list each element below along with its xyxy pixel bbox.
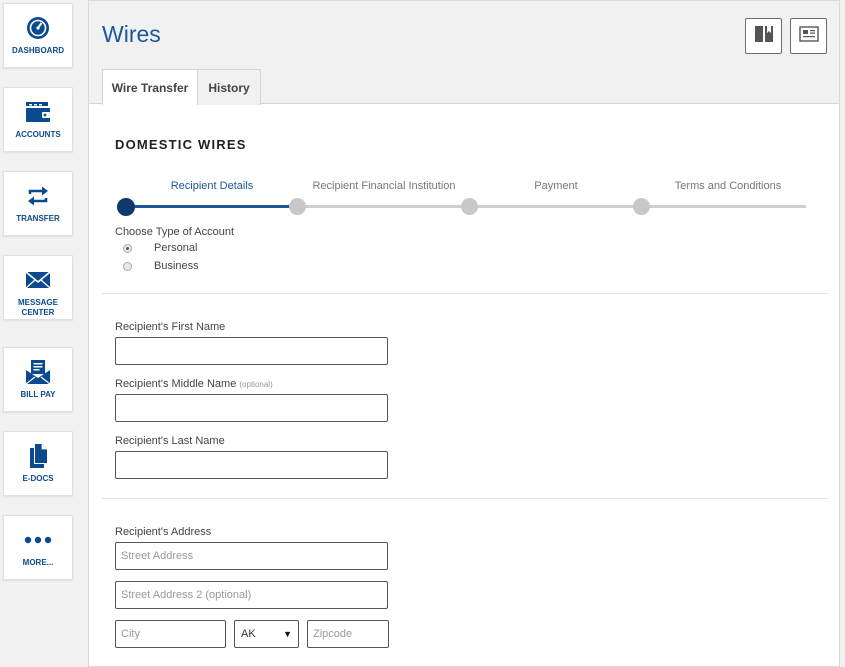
bill-envelope-icon <box>25 360 51 385</box>
section-title: DOMESTIC WIRES <box>115 137 247 152</box>
nav-e-docs[interactable]: E-DOCS <box>3 431 73 496</box>
middle-name-label-text: Recipient's Middle Name <box>115 378 237 390</box>
step-label-financial-institution[interactable]: Recipient Financial Institution <box>312 180 455 192</box>
step-dot-recipient-details[interactable] <box>117 198 135 216</box>
news-button[interactable] <box>790 18 827 54</box>
sidebar: DASHBOARD ACCOUNTS TRANSFER MESSAGE CENT… <box>0 0 80 667</box>
gauge-icon <box>26 16 50 40</box>
nav-accounts-label: ACCOUNTS <box>15 130 61 139</box>
step-dot-payment[interactable] <box>461 198 478 215</box>
step-track-progress <box>126 205 298 208</box>
main-panel: Wires Wire Transfer History DOMESTIC WIR… <box>88 0 840 667</box>
nav-e-docs-label: E-DOCS <box>22 474 54 483</box>
first-name-input[interactable] <box>115 337 388 365</box>
step-dot-terms[interactable] <box>633 198 650 215</box>
nav-dashboard[interactable]: DASHBOARD <box>3 3 73 68</box>
middle-name-input[interactable] <box>115 394 388 422</box>
street-address-2-input[interactable]: Street Address 2 (optional) <box>115 581 388 609</box>
nav-bill-pay[interactable]: BILL PAY <box>3 347 73 412</box>
address-label: Recipient's Address <box>115 526 212 538</box>
first-name-label: Recipient's First Name <box>115 321 226 333</box>
divider <box>102 498 828 499</box>
transfer-arrows-icon <box>26 184 50 208</box>
nav-bill-pay-label: BILL PAY <box>20 390 56 399</box>
dropdown-triangle-icon: ▼ <box>283 629 292 639</box>
middle-name-label: Recipient's Middle Name (optional) <box>115 378 273 390</box>
nav-more-label: MORE... <box>22 558 54 567</box>
account-type-label: Choose Type of Account <box>115 226 235 238</box>
radio-business-label: Business <box>154 260 199 272</box>
documents-icon <box>27 444 49 468</box>
radio-business-control[interactable] <box>123 261 132 271</box>
newspaper-icon <box>798 25 819 47</box>
step-label-recipient-details[interactable]: Recipient Details <box>171 180 254 192</box>
step-label-payment[interactable]: Payment <box>534 180 577 192</box>
tab-wire-transfer[interactable]: Wire Transfer <box>102 69 198 105</box>
city-input[interactable]: City <box>115 620 226 648</box>
nav-more[interactable]: MORE... <box>3 515 73 580</box>
state-select-value: AK <box>241 628 256 640</box>
nav-message-center-label: MESSAGE CENTER <box>17 298 58 317</box>
street-address-input[interactable]: Street Address <box>115 542 388 570</box>
tab-history[interactable]: History <box>197 69 261 105</box>
step-dot-financial-institution[interactable] <box>289 198 306 215</box>
radio-business[interactable]: Business <box>123 260 199 272</box>
step-label-terms[interactable]: Terms and Conditions <box>675 180 781 192</box>
nav-message-center[interactable]: MESSAGE CENTER <box>3 255 73 320</box>
last-name-input[interactable] <box>115 451 388 479</box>
radio-personal-label: Personal <box>154 242 198 254</box>
last-name-label: Recipient's Last Name <box>115 435 225 447</box>
nav-transfer[interactable]: TRANSFER <box>3 171 73 236</box>
nav-transfer-label: TRANSFER <box>16 214 60 223</box>
wallet-icon <box>25 100 51 124</box>
page-title: Wires <box>102 21 161 47</box>
divider <box>102 293 828 294</box>
radio-personal[interactable]: Personal <box>123 242 197 254</box>
zipcode-input[interactable]: Zipcode <box>307 620 389 648</box>
nav-accounts[interactable]: ACCOUNTS <box>3 87 73 152</box>
state-select[interactable]: AK ▼ <box>234 620 299 648</box>
optional-hint: (optional) <box>239 380 273 389</box>
nav-dashboard-label: DASHBOARD <box>12 46 64 55</box>
bookmark-book-icon <box>754 25 774 48</box>
page-header: Wires Wire Transfer History <box>89 1 839 105</box>
ellipsis-icon <box>24 528 52 552</box>
bookmark-button[interactable] <box>745 18 782 54</box>
radio-personal-control[interactable] <box>123 243 132 253</box>
envelope-icon <box>25 268 51 292</box>
